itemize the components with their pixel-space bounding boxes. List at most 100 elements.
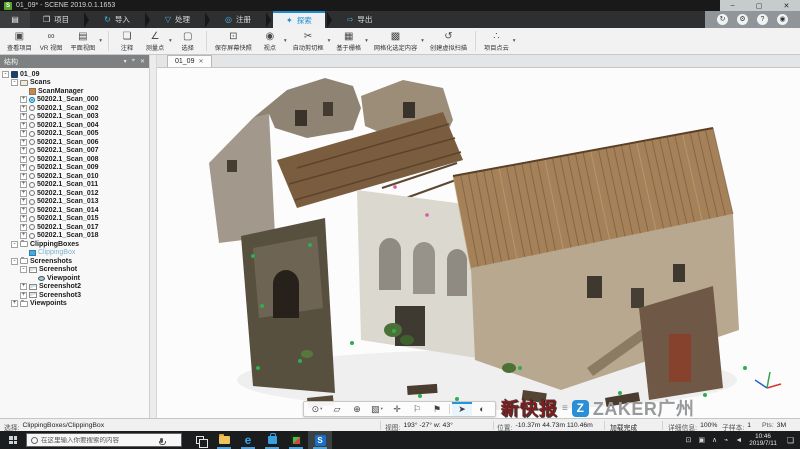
file-explorer-button[interactable]: [212, 431, 236, 449]
examine-mode-icon[interactable]: ⊙▾: [307, 402, 327, 416]
action-center-icon[interactable]: ❏: [784, 436, 797, 445]
tree-item-50202-1-scan-010[interactable]: +50202.1_Scan_010: [0, 172, 149, 181]
expander-icon[interactable]: +: [20, 181, 27, 188]
tree-item-scans[interactable]: -Scans: [0, 79, 149, 88]
tree-item-50202-1-scan-008[interactable]: +50202.1_Scan_008: [0, 155, 149, 164]
dropdown-arrow-icon[interactable]: ▾: [328, 38, 331, 44]
backstage-button[interactable]: ▤: [0, 11, 30, 28]
expander-icon[interactable]: -: [2, 71, 9, 78]
dock-menu-icon[interactable]: ▾: [124, 58, 127, 65]
dropdown-arrow-icon[interactable]: ▾: [421, 38, 424, 44]
tree-item-viewpoint[interactable]: Viewpoint: [0, 274, 149, 283]
tray-network-icon[interactable]: ⌁: [724, 436, 728, 444]
tree-item-clippingboxes[interactable]: -ClippingBoxes: [0, 240, 149, 249]
expander-icon[interactable]: +: [20, 207, 27, 214]
tab-register[interactable]: ◎注册: [212, 11, 264, 28]
sync-icon[interactable]: ↻: [717, 14, 728, 25]
tray-volume-icon[interactable]: ◄: [735, 437, 742, 444]
save-screenshot-button[interactable]: ⊡保存屏幕快照: [212, 30, 255, 53]
tab-explore[interactable]: ✦探索: [273, 11, 325, 28]
contrast-icon[interactable]: ◐: [472, 402, 492, 416]
expander-icon[interactable]: +: [20, 292, 27, 299]
tree-item-50202-1-scan-011[interactable]: +50202.1_Scan_011: [0, 181, 149, 190]
expander-icon[interactable]: +: [20, 173, 27, 180]
dropdown-arrow-icon[interactable]: ▾: [169, 38, 172, 44]
expander-icon[interactable]: +: [20, 190, 27, 197]
settings-icon[interactable]: ⚙: [737, 14, 748, 25]
tree-item-50202-1-scan-003[interactable]: +50202.1_Scan_003: [0, 113, 149, 122]
tree-item-01-09[interactable]: -01_09: [0, 70, 149, 79]
panel-splitter[interactable]: [150, 55, 157, 418]
view-cube-icon[interactable]: ▧▾: [367, 402, 387, 416]
tab-process[interactable]: ▽处理: [152, 11, 203, 28]
tree-item-50202-1-scan-000[interactable]: +50202.1_Scan_000: [0, 96, 149, 105]
close-button[interactable]: ✕: [784, 2, 790, 10]
dropdown-arrow-icon[interactable]: ▾: [513, 38, 516, 44]
project-point-cloud-button[interactable]: ∴项目点云▾: [481, 30, 517, 53]
tree-item-50202-1-scan-006[interactable]: +50202.1_Scan_006: [0, 138, 149, 147]
tree-item-50202-1-scan-014[interactable]: +50202.1_Scan_014: [0, 206, 149, 215]
dropdown-arrow-icon[interactable]: ▾: [284, 38, 287, 44]
taskbar-clock[interactable]: 10:46 2019/7/11: [749, 433, 777, 447]
tree-item-50202-1-scan-004[interactable]: +50202.1_Scan_004: [0, 121, 149, 130]
plan-view-button[interactable]: ▤平面视图▾: [67, 30, 103, 53]
expander-icon[interactable]: -: [20, 266, 27, 273]
pan-icon[interactable]: ▱: [327, 402, 347, 416]
3d-view[interactable]: ⊙▾▱⊕▧▾✛⚐⚑➤◐ 新快报 ≡ Z ZAKER广州: [157, 68, 800, 418]
search-input[interactable]: [41, 437, 157, 444]
grid-button[interactable]: ▦基于栅格▾: [333, 30, 369, 53]
expander-icon[interactable]: +: [20, 113, 27, 120]
annotation-button[interactable]: ❏注释: [114, 30, 140, 53]
tree-item-50202-1-scan-018[interactable]: +50202.1_Scan_018: [0, 232, 149, 241]
microphone-icon[interactable]: [160, 438, 163, 443]
tree-item-50202-1-scan-007[interactable]: +50202.1_Scan_007: [0, 147, 149, 156]
expander-icon[interactable]: +: [20, 224, 27, 231]
tray-icon-1[interactable]: ⊡: [686, 436, 692, 444]
expander-icon[interactable]: +: [20, 96, 27, 103]
expander-icon[interactable]: +: [20, 130, 27, 137]
move-icon[interactable]: ✛: [387, 402, 407, 416]
help-icon[interactable]: ?: [757, 14, 768, 25]
tray-icon-2[interactable]: ▣: [698, 436, 705, 444]
ime-app-button[interactable]: [284, 431, 308, 449]
dropdown-arrow-icon[interactable]: ▾: [365, 38, 368, 44]
tree-item-screenshot2[interactable]: +Screenshot2: [0, 283, 149, 292]
tree-item-screenshot3[interactable]: +Screenshot3: [0, 291, 149, 300]
expander-icon[interactable]: +: [20, 232, 27, 239]
measure-button[interactable]: ∠测量点▾: [142, 30, 173, 53]
camera-icon[interactable]: ◉: [777, 14, 788, 25]
expander-icon[interactable]: +: [20, 156, 27, 163]
expander-icon[interactable]: +: [11, 300, 18, 307]
tree-item-50202-1-scan-013[interactable]: +50202.1_Scan_013: [0, 198, 149, 207]
expander-icon[interactable]: -: [11, 258, 18, 265]
fly-mode-icon[interactable]: ➤: [452, 402, 472, 416]
tree-item-viewpoints[interactable]: +Viewpoints: [0, 300, 149, 309]
tree-item-clippingbox[interactable]: ClippingBox: [0, 249, 149, 258]
tree-item-50202-1-scan-017[interactable]: +50202.1_Scan_017: [0, 223, 149, 232]
tree-item-screenshot[interactable]: -Screenshot: [0, 266, 149, 275]
edge-button[interactable]: e: [236, 431, 260, 449]
expander-icon[interactable]: +: [20, 105, 27, 112]
minimize-button[interactable]: –: [731, 2, 735, 9]
pin-icon[interactable]: ⌖: [132, 58, 135, 65]
dropdown-arrow-icon[interactable]: ▾: [99, 38, 102, 44]
selection-button[interactable]: ▢选择: [175, 30, 201, 53]
expander-icon[interactable]: +: [20, 215, 27, 222]
expander-icon[interactable]: +: [20, 147, 27, 154]
expander-icon[interactable]: +: [20, 139, 27, 146]
tree-item-50202-1-scan-015[interactable]: +50202.1_Scan_015: [0, 215, 149, 224]
expander-icon[interactable]: +: [20, 283, 27, 290]
tree-item-50202-1-scan-002[interactable]: +50202.1_Scan_002: [0, 104, 149, 113]
scene-app-button[interactable]: S: [308, 431, 332, 449]
tree-item-screenshots[interactable]: -Screenshots: [0, 257, 149, 266]
store-button[interactable]: [260, 431, 284, 449]
view-project-button[interactable]: ▣查看项目: [4, 30, 35, 53]
auto-clipping-box-button[interactable]: ✂自动剪切框▾: [290, 30, 332, 53]
tab-project[interactable]: ❒项目: [30, 11, 82, 28]
mesh-selection-button[interactable]: ▩网格化选定内容▾: [371, 30, 425, 53]
close-icon[interactable]: ✕: [140, 58, 145, 65]
tab-export[interactable]: ⇨导出: [334, 11, 386, 28]
tab-close-icon[interactable]: ✕: [198, 58, 203, 65]
expander-icon[interactable]: +: [20, 198, 27, 205]
maximize-button[interactable]: ▢: [756, 2, 763, 10]
